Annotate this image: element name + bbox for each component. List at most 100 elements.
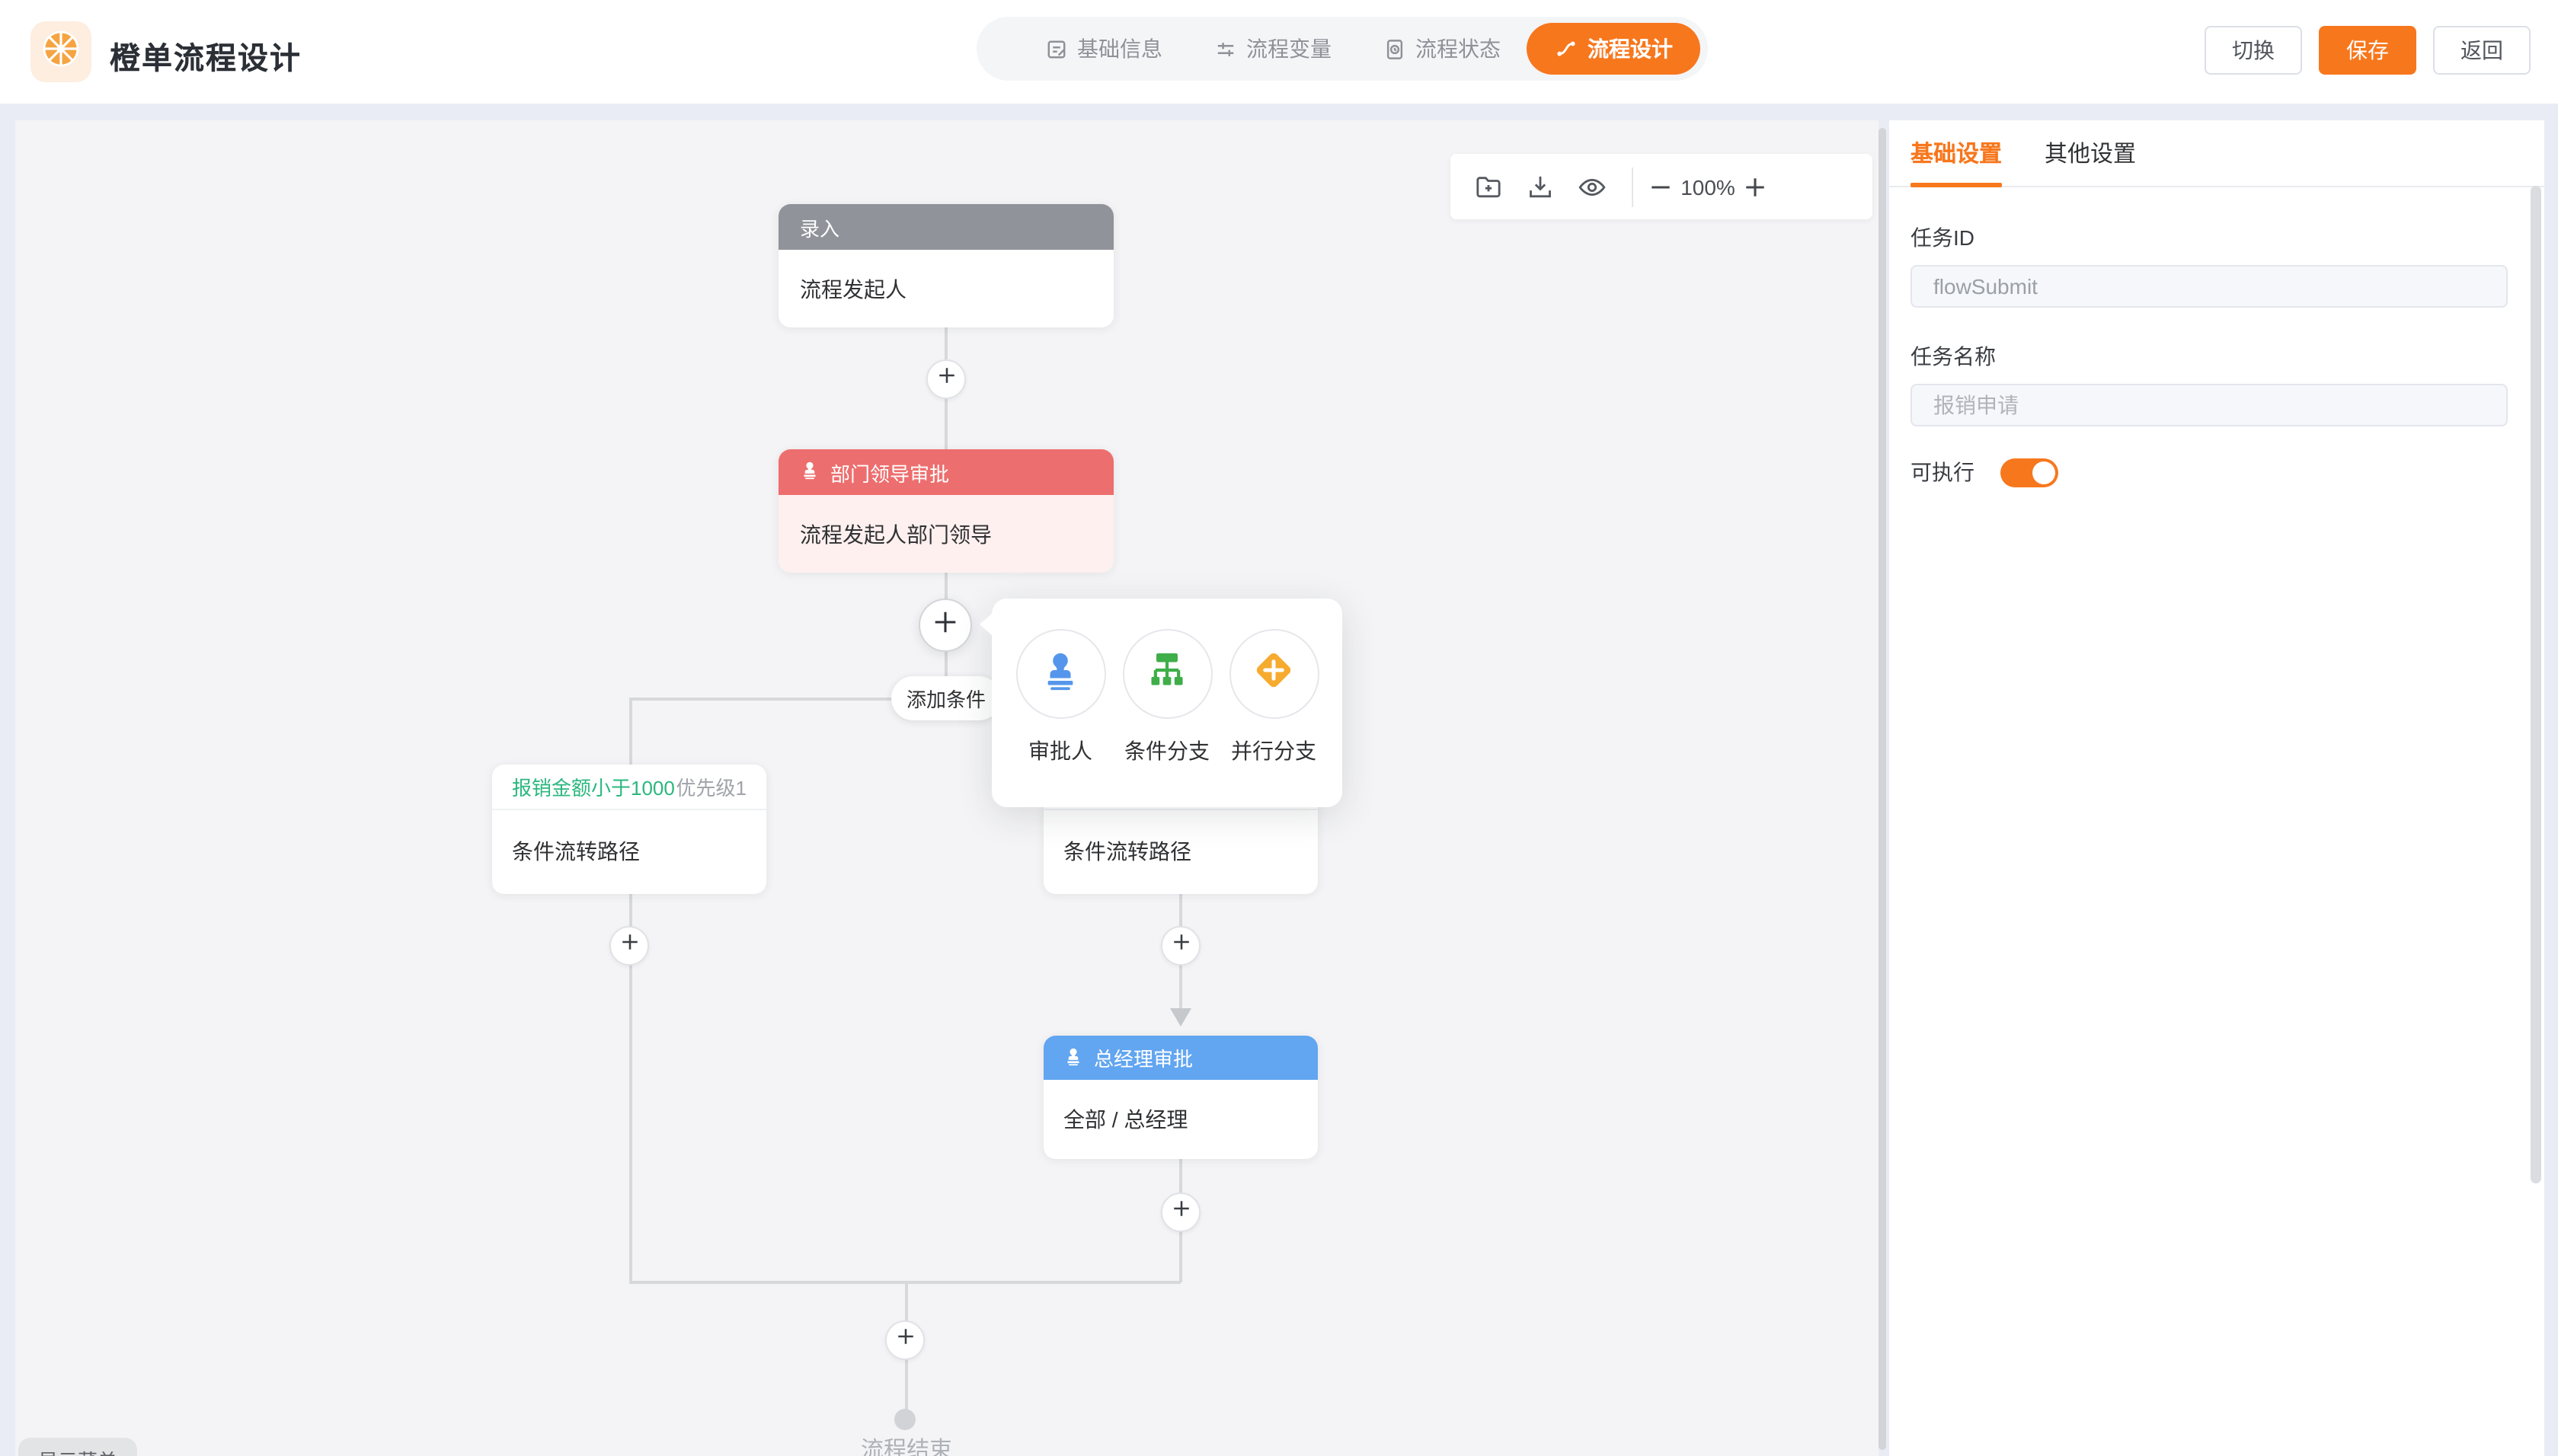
- zoom-level: 100%: [1674, 174, 1741, 199]
- form-icon: [1045, 37, 1068, 60]
- download-icon[interactable]: [1525, 171, 1556, 202]
- save-button[interactable]: 保存: [2319, 26, 2416, 75]
- popup-item-label: 并行分支: [1231, 736, 1316, 766]
- plus-icon: [1169, 931, 1192, 961]
- tab-label: 基础信息: [1077, 34, 1162, 64]
- node-manager-approval[interactable]: 总经理审批 全部 / 总经理: [1044, 1036, 1318, 1159]
- header-nav-tabs: 基础信息 流程变量 流: [977, 17, 1708, 81]
- tab-flow-variables[interactable]: 流程变量: [1188, 17, 1357, 81]
- add-node-button[interactable]: [926, 359, 966, 399]
- doc-status-icon: [1383, 37, 1406, 60]
- add-node-button[interactable]: [1161, 926, 1201, 966]
- approver-circle: [1015, 629, 1105, 719]
- node-header-label: 部门领导审批: [830, 458, 949, 487]
- app-header: 橙单流程设计 基础信息: [0, 0, 2558, 104]
- node-manager-approval-body: 全部 / 总经理: [1044, 1080, 1318, 1159]
- switch-button[interactable]: 切换: [2205, 26, 2302, 75]
- tab-label: 流程变量: [1246, 34, 1332, 64]
- popup-item-condition-branch[interactable]: 条件分支: [1122, 629, 1212, 766]
- flow-end-dot: [894, 1409, 916, 1430]
- header-actions: 切换 保存 返回: [2205, 26, 2531, 75]
- condition-body: 条件流转路径: [492, 810, 766, 892]
- popup-item-parallel-branch[interactable]: 并行分支: [1229, 629, 1319, 766]
- tab-other-settings[interactable]: 其他设置: [2045, 120, 2136, 187]
- node-dept-approval-header: 部门领导审批: [779, 449, 1114, 495]
- tab-flow-design[interactable]: 流程设计: [1527, 23, 1700, 75]
- task-name-input[interactable]: [1911, 384, 2508, 426]
- toggle-knob: [2032, 461, 2055, 484]
- node-start-body: 流程发起人: [779, 250, 1114, 327]
- panel-splitter-handle[interactable]: [1879, 128, 1886, 1450]
- plus-icon: [935, 364, 958, 394]
- popup-arrow: [980, 612, 993, 637]
- parallel-branch-circle: [1229, 629, 1319, 719]
- node-manager-approval-header: 总经理审批: [1044, 1036, 1318, 1080]
- zoom-out-icon[interactable]: [1647, 173, 1674, 200]
- node-dept-approval[interactable]: 部门领导审批 流程发起人部门领导: [779, 449, 1114, 573]
- node-header-label: 录入: [800, 212, 839, 241]
- node-type-popup: 审批人 条件分支: [992, 599, 1342, 807]
- settings-panel: 基础设置 其他设置 任务ID 任务名称 可执行: [1889, 120, 2544, 1456]
- condition-branch-icon: [1146, 649, 1188, 699]
- condition-branch-circle: [1122, 629, 1212, 719]
- node-start[interactable]: 录入 流程发起人: [779, 204, 1114, 327]
- canvas-toolbar: 100%: [1450, 154, 1872, 219]
- executable-row: 可执行: [1911, 457, 2508, 487]
- panel-scrollbar-thumb[interactable]: [2531, 186, 2541, 1183]
- node-start-header: 录入: [779, 204, 1114, 250]
- show-menu-button[interactable]: 显示菜单: [18, 1438, 137, 1456]
- toolbar-divider: [1632, 167, 1633, 206]
- sliders-icon: [1214, 37, 1237, 60]
- tab-label: 其他设置: [2045, 137, 2136, 169]
- add-condition-button[interactable]: 添加条件: [891, 676, 1001, 720]
- flow-arrowhead: [1170, 1008, 1191, 1027]
- app-logo: [30, 21, 91, 82]
- add-node-button[interactable]: [885, 1320, 925, 1360]
- tab-label: 流程状态: [1415, 34, 1501, 64]
- new-folder-icon[interactable]: [1473, 171, 1504, 202]
- tab-label: 流程设计: [1588, 34, 1673, 64]
- page-title: 橙单流程设计: [110, 34, 302, 78]
- flow-icon: [1554, 37, 1578, 61]
- executable-toggle[interactable]: [2000, 458, 2058, 487]
- plus-icon: [894, 1325, 916, 1355]
- back-button[interactable]: 返回: [2433, 26, 2531, 75]
- tab-flow-status[interactable]: 流程状态: [1357, 17, 1527, 81]
- settings-panel-body: 任务ID 任务名称 可执行: [1889, 187, 2544, 487]
- popup-item-label: 条件分支: [1124, 736, 1210, 766]
- node-header-label: 总经理审批: [1094, 1043, 1193, 1072]
- flow-end-label: 流程结束: [846, 1433, 967, 1456]
- flow-designer-app: 橙单流程设计 基础信息: [0, 0, 2558, 1456]
- zoom-in-icon[interactable]: [1741, 173, 1769, 200]
- tab-label: 基础设置: [1911, 137, 2002, 169]
- popup-item-approver[interactable]: 审批人: [1015, 629, 1105, 766]
- node-dept-approval-body: 流程发起人部门领导: [779, 495, 1114, 573]
- condition-body: 条件流转路径: [1044, 810, 1318, 892]
- popup-item-label: 审批人: [1028, 736, 1092, 766]
- stamp-icon: [1063, 1046, 1083, 1070]
- tab-basic-info[interactable]: 基础信息: [1019, 17, 1188, 81]
- task-name-label: 任务名称: [1911, 341, 2508, 372]
- popup-items: 审批人 条件分支: [992, 599, 1342, 766]
- settings-panel-tabs: 基础设置 其他设置: [1889, 120, 2544, 187]
- task-id-input[interactable]: [1911, 265, 2508, 308]
- flow-connector-line: [629, 698, 632, 765]
- orange-logo-icon: [40, 27, 82, 77]
- condition-card-left[interactable]: 报销金额小于1000 优先级1 条件流转路径: [492, 765, 766, 894]
- preview-eye-icon[interactable]: [1577, 171, 1607, 202]
- plus-icon: [1169, 1197, 1192, 1228]
- stamp-icon: [800, 460, 820, 484]
- flow-canvas[interactable]: 流程结束 录入 流程发起人: [15, 120, 1879, 1456]
- condition-card-head: 报销金额小于1000 优先级1: [492, 765, 766, 810]
- add-node-button[interactable]: [609, 926, 649, 966]
- parallel-branch-icon: [1251, 647, 1297, 701]
- condition-title: 报销金额小于1000: [512, 772, 675, 801]
- plus-icon: [618, 931, 641, 961]
- plus-icon: [931, 607, 960, 643]
- condition-priority: 优先级1: [676, 772, 747, 801]
- tab-basic-settings[interactable]: 基础设置: [1911, 120, 2002, 187]
- task-id-label: 任务ID: [1911, 222, 2508, 253]
- stamp-icon: [1039, 649, 1082, 699]
- add-node-button[interactable]: [1161, 1193, 1201, 1232]
- add-node-button-active[interactable]: [919, 599, 972, 652]
